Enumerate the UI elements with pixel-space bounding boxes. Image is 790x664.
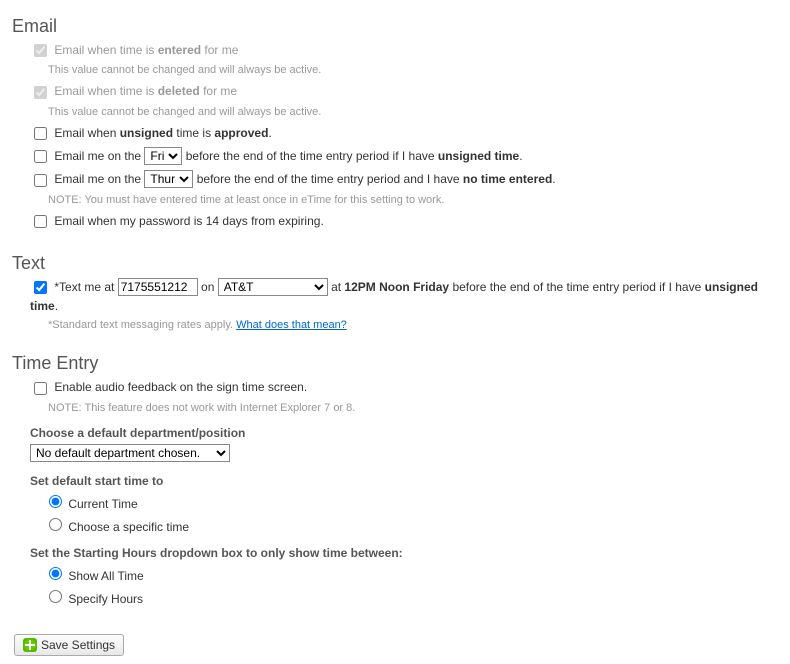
email-password-expiring-label: Email when my password is 14 days from e… [54, 214, 323, 228]
text-heading: Text [12, 253, 778, 274]
hours-all-radio[interactable] [49, 567, 62, 580]
email-reminder-notime-checkbox[interactable] [34, 174, 47, 187]
start-current-label: Current Time [68, 497, 137, 511]
email-heading: Email [12, 16, 778, 37]
email-deleted-label: Email when time is deleted for me [54, 84, 237, 98]
email-reminder-notime-day-select[interactable]: Thur [144, 170, 193, 188]
hours-specify-label: Specify Hours [68, 592, 143, 606]
email-password-expiring-checkbox[interactable] [34, 215, 47, 228]
default-start-heading: Set default start time to [30, 474, 778, 488]
audio-feedback-checkbox[interactable] [34, 382, 47, 395]
start-specific-label: Choose a specific time [68, 520, 189, 534]
text-phone-input[interactable] [118, 278, 198, 296]
email-unsigned-approved-label: Email when unsigned time is approved. [54, 126, 271, 140]
email-reminder-unsigned-day-select[interactable]: Fri [144, 147, 182, 165]
save-settings-button[interactable]: Save Settings [14, 634, 124, 656]
audio-feedback-note: NOTE: This feature does not work with In… [48, 402, 778, 414]
email-reminder-notime-note: NOTE: You must have entered time at leas… [48, 194, 778, 206]
starting-hours-heading: Set the Starting Hours dropdown box to o… [30, 546, 778, 560]
save-settings-label: Save Settings [41, 638, 115, 652]
audio-feedback-label: Enable audio feedback on the sign time s… [54, 380, 307, 394]
email-entered-note: This value cannot be changed and will al… [48, 64, 778, 76]
default-dept-heading: Choose a default department/position [30, 426, 778, 440]
email-reminder-notime-label: Email me on the Thur before the end of t… [54, 172, 555, 186]
text-me-label: *Text me at on AT&T at 12PM Noon Friday … [30, 280, 758, 313]
start-specific-radio[interactable] [49, 518, 62, 531]
hours-all-label: Show All Time [68, 569, 143, 583]
plus-icon [23, 638, 37, 652]
text-carrier-select[interactable]: AT&T [218, 278, 328, 296]
email-unsigned-approved-checkbox[interactable] [34, 127, 47, 140]
email-reminder-unsigned-checkbox[interactable] [34, 150, 47, 163]
email-deleted-note: This value cannot be changed and will al… [48, 106, 778, 118]
default-dept-select[interactable]: No default department chosen. [30, 444, 230, 462]
hours-specify-radio[interactable] [49, 590, 62, 603]
email-deleted-checkbox [34, 86, 47, 99]
text-rates-note: *Standard text messaging rates apply. Wh… [48, 319, 778, 331]
email-entered-checkbox [34, 44, 47, 57]
email-reminder-unsigned-label: Email me on the Fri before the end of th… [54, 149, 522, 163]
email-entered-label: Email when time is entered for me [54, 43, 238, 57]
text-rates-link[interactable]: What does that mean? [236, 319, 347, 331]
start-current-radio[interactable] [49, 495, 62, 508]
timeentry-heading: Time Entry [12, 353, 778, 374]
text-me-checkbox[interactable] [34, 281, 47, 294]
